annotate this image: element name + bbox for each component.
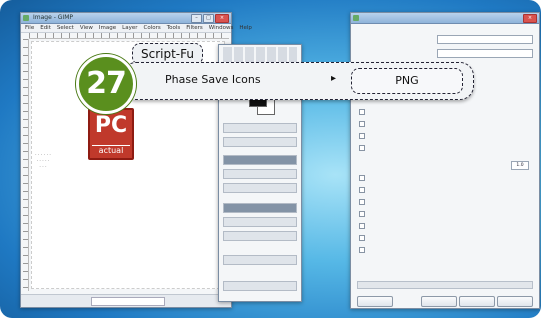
image-statusbar [21,294,231,307]
checkbox[interactable] [359,211,365,217]
dialog-checkbox-row[interactable] [359,211,365,217]
canvas-side-note: · · · · · · · · · · · · · · [35,153,51,170]
checkbox[interactable] [359,247,365,253]
dialog-reset-button[interactable] [421,296,457,307]
menu-tools[interactable]: Tools [167,24,181,32]
minimize-icon[interactable]: – [191,14,202,23]
menu-edit[interactable]: Edit [40,24,51,32]
dialog-checkbox-row[interactable] [359,223,365,229]
dialog-dropdown[interactable] [437,35,533,44]
png-label: PNG [395,74,419,87]
dialog-checkbox-row[interactable] [359,199,365,205]
logo-pc-text: PC [94,113,128,138]
brush-row[interactable] [223,231,297,241]
dialog-progress-bar [357,281,533,289]
tool-options-row[interactable] [223,123,297,133]
layer-row[interactable] [223,169,297,179]
menu-view[interactable]: View [80,24,93,32]
phase-save-icons-item[interactable]: Phase Save Icons [165,73,261,86]
checkbox[interactable] [359,109,365,115]
dialog-field-row [357,49,533,58]
maximize-icon[interactable]: □ [203,14,214,23]
dialog-checkbox-row[interactable] [359,247,365,253]
dialog-field-row [357,35,533,44]
brush-row[interactable] [223,217,297,227]
script-fu-dialog: × 1.0 [350,12,540,309]
dialog-checkbox-row[interactable] [359,235,365,241]
pc-actual-logo: PC actual [88,108,134,160]
close-icon[interactable]: × [215,14,229,23]
dialog-checkbox-row[interactable] [359,175,365,181]
dialog-spin-value[interactable]: 1.0 [511,161,529,170]
logo-actual-text: actual [92,145,130,155]
dock-buttons-row[interactable] [223,281,297,291]
dialog-cancel-button[interactable] [497,296,533,307]
dialog-checkbox-row[interactable] [359,145,365,151]
menu-help[interactable]: Help [239,24,252,32]
menu-layer[interactable]: Layer [122,24,137,32]
checkbox[interactable] [359,187,365,193]
dialog-titlebar[interactable]: × [351,13,539,24]
dialog-checkbox-row[interactable] [359,109,365,115]
checkbox[interactable] [359,199,365,205]
layers-header [223,155,297,165]
checkbox[interactable] [359,121,365,127]
submenu-arrow-icon: ▸ [331,73,337,84]
checkbox[interactable] [359,175,365,181]
image-window-title: Image - GIMP [33,14,73,21]
checkbox[interactable] [359,235,365,241]
checkbox[interactable] [359,223,365,229]
desktop: Image - GIMP – □ × File Edit Select View… [0,0,541,318]
menu-image[interactable]: Image [99,24,116,32]
dialog-ok-button[interactable] [459,296,495,307]
checkbox[interactable] [359,145,365,151]
dialog-help-button[interactable] [357,296,393,307]
image-menubar: File Edit Select View Image Layer Colors… [21,24,252,33]
gimp-app-icon [23,15,29,21]
menu-colors[interactable]: Colors [143,24,160,32]
mode-row[interactable] [223,137,297,147]
menu-windows[interactable]: Windows [209,24,234,32]
brushes-header [223,203,297,213]
menu-file[interactable]: File [25,24,34,32]
status-info-field[interactable] [91,297,165,306]
step-number-badge: 27 [76,54,136,114]
horizontal-ruler [29,33,229,39]
menu-select[interactable]: Select [57,24,74,32]
script-fu-submenu: Phase Save Icons ▸ PNG [122,62,474,100]
dialog-close-icon[interactable]: × [523,14,537,23]
dialog-checkbox-row[interactable] [359,121,365,127]
menu-filters[interactable]: Filters [186,24,203,32]
image-window-titlebar[interactable]: Image - GIMP – □ × [21,13,231,24]
dialog-checkbox-row[interactable] [359,133,365,139]
dialog-checkbox-row[interactable] [359,187,365,193]
png-menu-item[interactable]: PNG [351,68,463,94]
layer-row[interactable] [223,183,297,193]
dialog-input[interactable] [437,49,533,58]
spacing-row[interactable] [223,255,297,265]
dialog-app-icon [353,15,359,21]
checkbox[interactable] [359,133,365,139]
